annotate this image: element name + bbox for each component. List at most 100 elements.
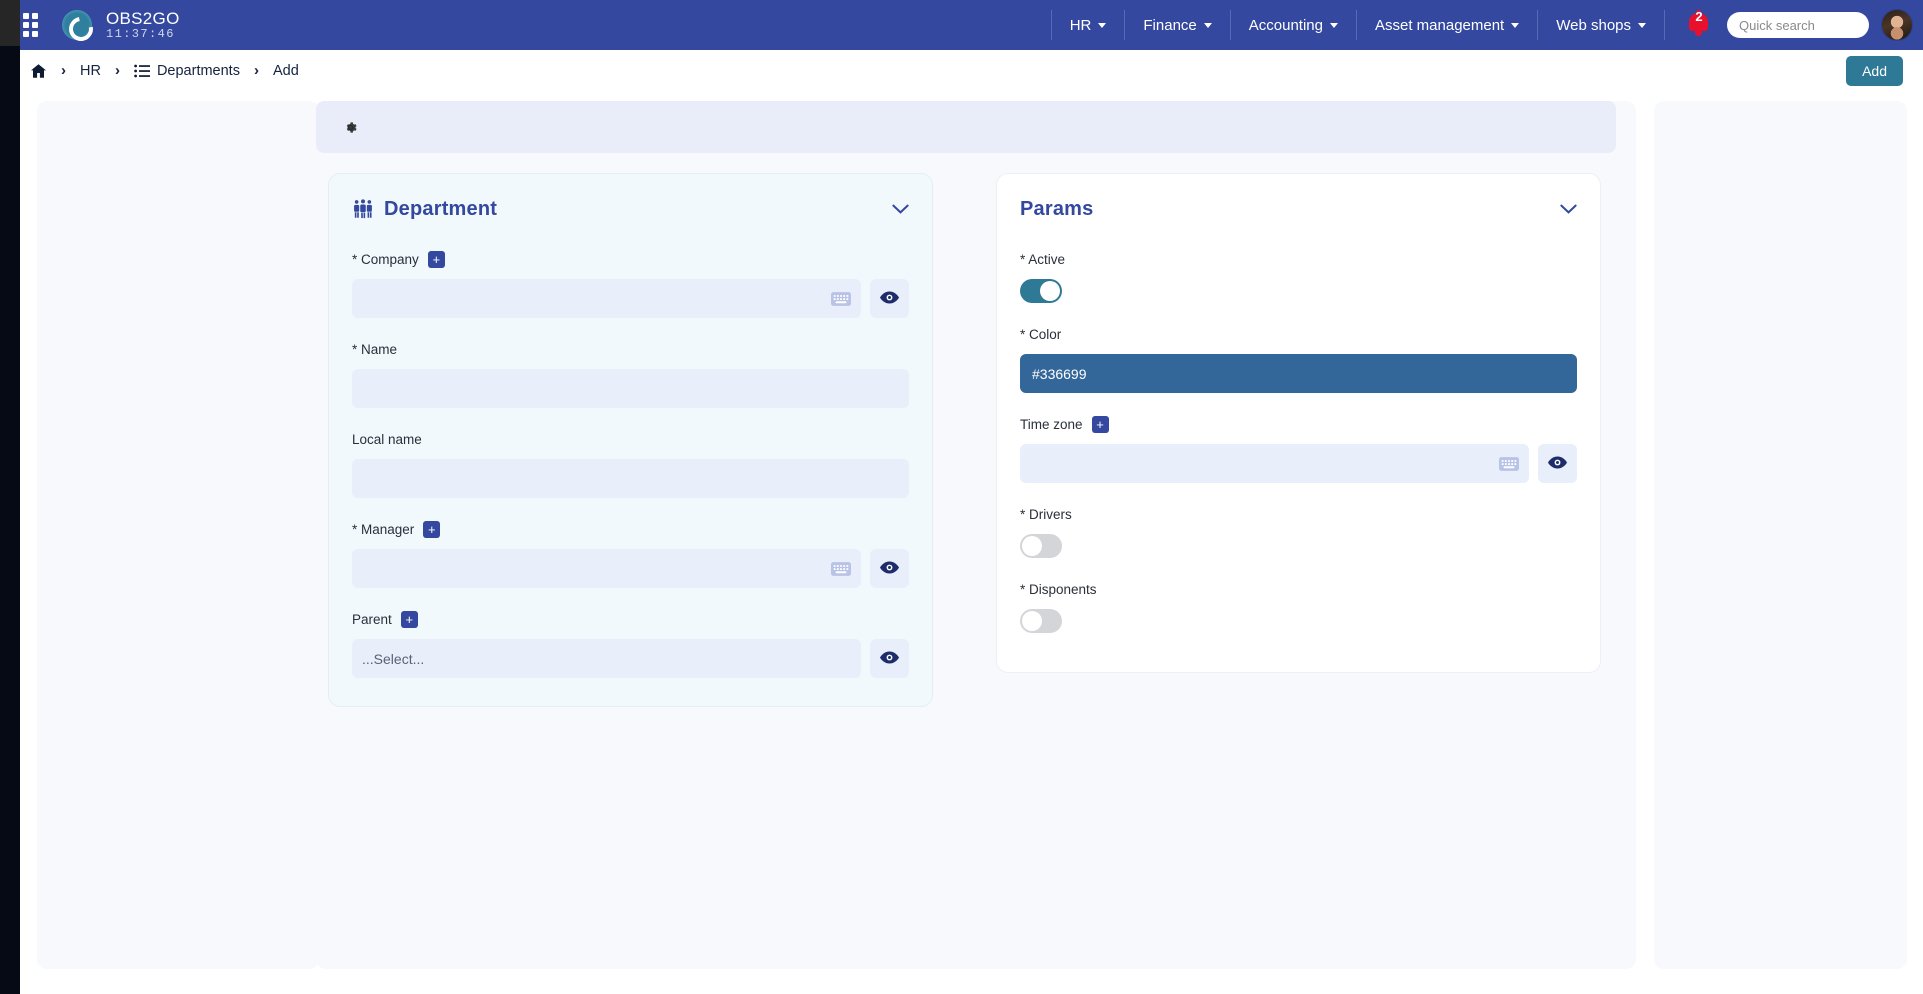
params-card-title: Params xyxy=(1020,197,1094,220)
manager-input[interactable] xyxy=(352,549,861,588)
field-active-label: * Active xyxy=(1020,250,1577,269)
form-toolbar xyxy=(316,101,1616,153)
field-manager-label: * Manager + xyxy=(352,520,909,539)
field-local-name-label: Local name xyxy=(352,430,909,449)
field-parent: Parent + ...Select... xyxy=(352,610,909,678)
company-view-button[interactable] xyxy=(870,279,909,318)
gear-icon[interactable] xyxy=(338,115,362,139)
field-local-name: Local name xyxy=(352,430,909,498)
nav-item-web-shops[interactable]: Web shops xyxy=(1538,10,1665,40)
time-zone-view-button[interactable] xyxy=(1538,444,1577,483)
chevron-down-icon xyxy=(1203,22,1212,28)
nav-item-label: Finance xyxy=(1143,16,1197,34)
chevron-down-icon xyxy=(1329,22,1338,28)
notifications-button[interactable]: 2 xyxy=(1679,5,1719,45)
plus-icon[interactable]: + xyxy=(1091,416,1109,433)
field-parent-row: ...Select... xyxy=(352,639,909,678)
brand-block: OBS2GO 11:37:46 xyxy=(106,8,180,41)
nav-item-label: HR xyxy=(1069,16,1092,34)
chevron-down-icon xyxy=(1511,22,1520,28)
local-name-input[interactable] xyxy=(352,459,909,498)
active-toggle[interactable] xyxy=(1020,279,1062,303)
breadcrumb-home[interactable] xyxy=(28,63,49,79)
nav-item-asset-management[interactable]: Asset management xyxy=(1357,10,1539,40)
field-label-text: Time zone xyxy=(1020,417,1083,432)
user-avatar[interactable] xyxy=(1881,9,1913,41)
field-color: * Color #336699 xyxy=(1020,325,1577,393)
field-label-text: * Name xyxy=(352,342,398,357)
left-edge-rail xyxy=(0,0,20,994)
drivers-toggle[interactable] xyxy=(1020,534,1062,558)
add-button[interactable]: Add xyxy=(1846,55,1903,86)
plus-icon[interactable]: + xyxy=(400,611,418,628)
nav-item-hr[interactable]: HR xyxy=(1050,10,1126,40)
navbar-clock: 11:37:46 xyxy=(106,26,175,41)
left-empty-panel xyxy=(37,101,319,969)
field-label-text: * Active xyxy=(1020,252,1066,267)
nav-item-finance[interactable]: Finance xyxy=(1125,10,1231,40)
eye-icon xyxy=(880,650,899,667)
list-icon xyxy=(134,64,150,78)
chevron-down-icon[interactable] xyxy=(1560,204,1577,215)
field-time-zone: Time zone + xyxy=(1020,415,1577,483)
breadcrumb-label: HR xyxy=(80,62,101,79)
parent-view-button[interactable] xyxy=(870,639,909,678)
left-edge-rail-top xyxy=(0,0,20,46)
parent-select-value: ...Select... xyxy=(362,650,425,667)
toggle-knob xyxy=(1022,611,1042,631)
field-manager: * Manager + xyxy=(352,520,909,588)
toggle-knob xyxy=(1040,281,1060,301)
breadcrumb-item-add[interactable]: Add xyxy=(271,63,301,79)
people-group-icon xyxy=(352,199,374,219)
chevron-down-icon xyxy=(1098,22,1107,28)
breadcrumb-separator: › xyxy=(253,62,259,79)
chevron-down-icon xyxy=(1638,22,1646,28)
field-time-zone-label: Time zone + xyxy=(1020,415,1577,434)
obs2go-logo-icon[interactable] xyxy=(62,10,92,40)
field-drivers-label: * Drivers xyxy=(1020,505,1577,524)
nav-item-label: Web shops xyxy=(1556,16,1631,34)
params-card: Params * Active * Color #336699 Time zon… xyxy=(996,173,1601,673)
navbar-brand-area: OBS2GO 11:37:46 xyxy=(0,7,180,43)
breadcrumb-label: Departments xyxy=(156,62,240,79)
eye-icon xyxy=(880,290,899,307)
field-manager-row xyxy=(352,549,909,588)
field-drivers: * Drivers xyxy=(1020,505,1577,558)
color-picker-field[interactable]: #336699 xyxy=(1020,354,1577,393)
keyboard-icon[interactable] xyxy=(1499,456,1519,471)
field-color-label: * Color xyxy=(1020,325,1577,344)
field-disponents-label: * Disponents xyxy=(1020,580,1577,599)
field-label-text: * Color xyxy=(1020,327,1062,342)
nav-item-accounting[interactable]: Accounting xyxy=(1231,10,1357,40)
field-name: * Name xyxy=(352,340,909,408)
nav-item-label: Asset management xyxy=(1374,16,1505,34)
field-name-label: * Name xyxy=(352,340,909,359)
department-card-title: Department xyxy=(384,197,498,220)
parent-select[interactable]: ...Select... xyxy=(352,639,861,678)
field-label-text: * Disponents xyxy=(1020,582,1097,597)
company-input[interactable] xyxy=(352,279,861,318)
quick-search-input[interactable] xyxy=(1727,12,1869,38)
breadcrumb-label: Add xyxy=(272,62,299,79)
name-input[interactable] xyxy=(352,369,909,408)
field-company-row xyxy=(352,279,909,318)
navbar-menu: HR Finance Accounting Asset management W… xyxy=(1050,0,1923,50)
time-zone-input[interactable] xyxy=(1020,444,1529,483)
plus-icon[interactable]: + xyxy=(427,251,445,268)
plus-icon[interactable]: + xyxy=(423,521,441,538)
field-label-text: * Drivers xyxy=(1020,507,1072,522)
breadcrumb-item-departments[interactable]: Departments xyxy=(132,63,242,79)
breadcrumb-bar: › HR › Departments › Add Add xyxy=(20,50,1923,91)
breadcrumb-item-hr[interactable]: HR xyxy=(78,63,103,79)
keyboard-icon[interactable] xyxy=(831,291,851,306)
eye-icon xyxy=(1548,455,1567,472)
field-label-text: * Manager xyxy=(352,522,415,537)
keyboard-icon[interactable] xyxy=(831,561,851,576)
manager-view-button[interactable] xyxy=(870,549,909,588)
eye-icon xyxy=(880,560,899,577)
form-container: Department * Company + * Name Local name… xyxy=(316,101,1636,969)
disponents-toggle[interactable] xyxy=(1020,609,1062,633)
cards-row: Department * Company + * Name Local name… xyxy=(328,173,1601,707)
brand-name: OBS2GO xyxy=(106,8,180,28)
chevron-down-icon[interactable] xyxy=(892,204,909,215)
